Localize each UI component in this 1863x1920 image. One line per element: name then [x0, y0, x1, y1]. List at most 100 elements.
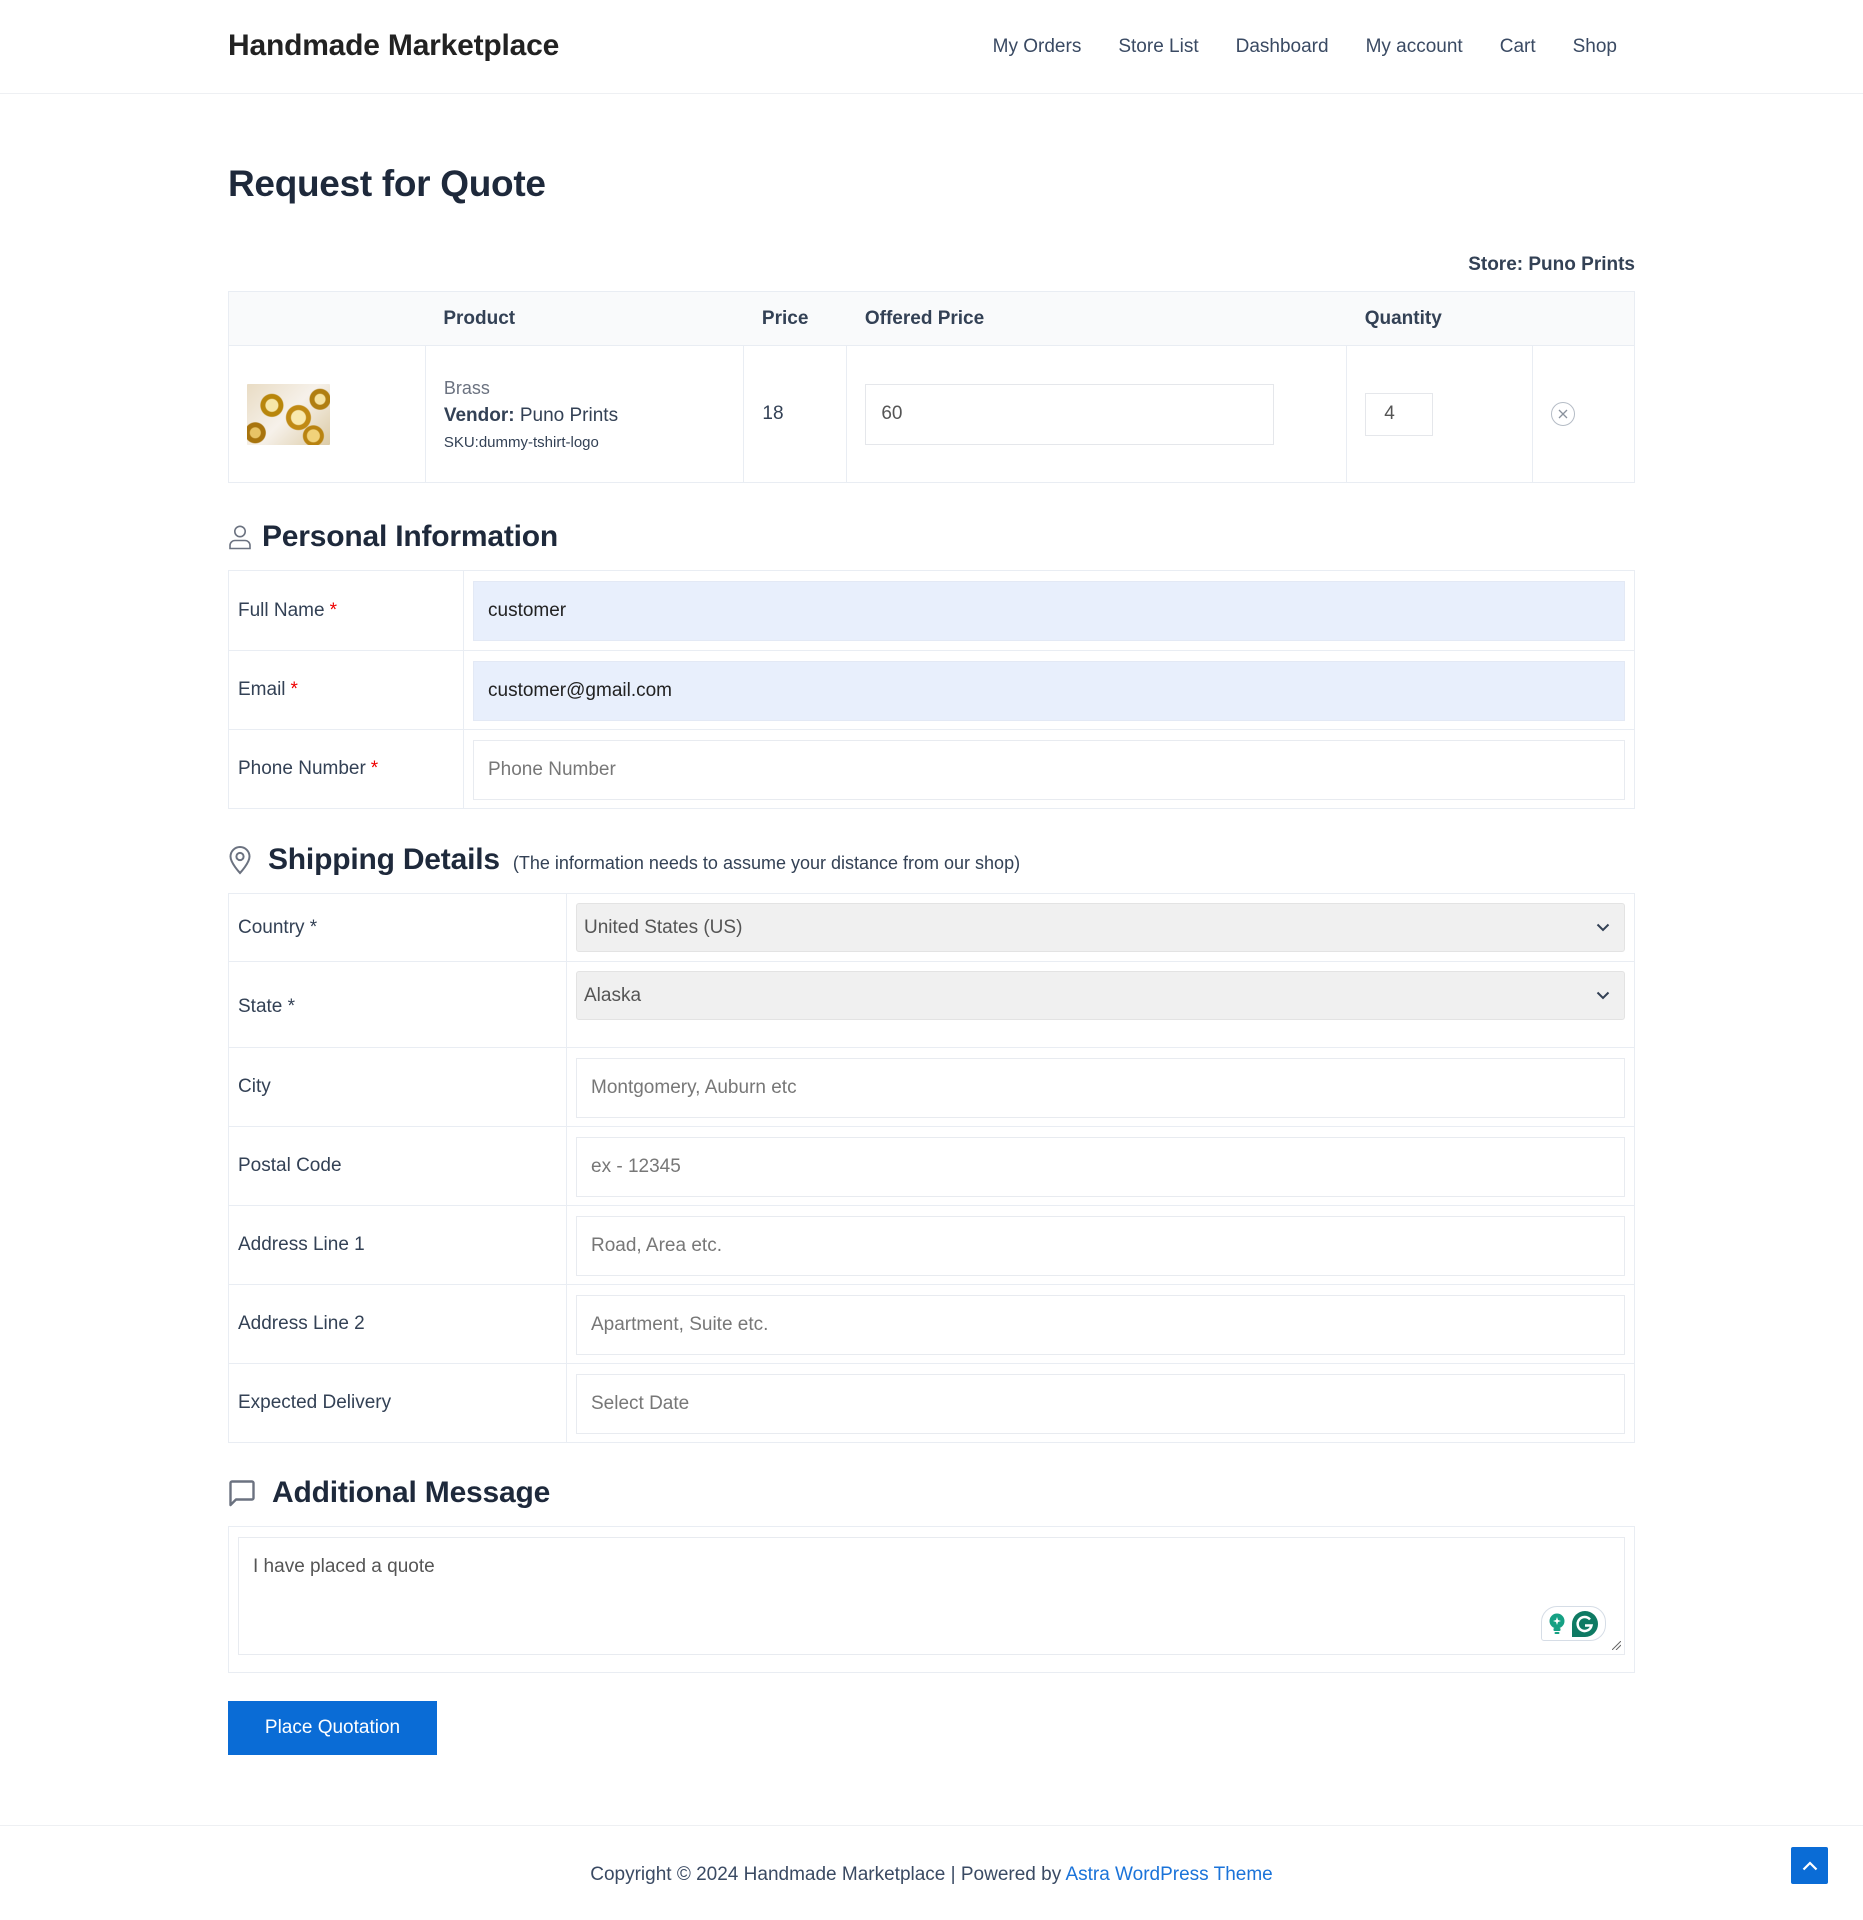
postal-code-input[interactable]	[576, 1136, 1625, 1197]
product-image-cell	[228, 345, 426, 483]
table-header-row: Product Price Offered Price Quantity	[228, 291, 1635, 346]
phone-label: Phone Number *	[229, 730, 464, 808]
nav-cart[interactable]: Cart	[1500, 36, 1536, 58]
scroll-to-top-button[interactable]	[1791, 1847, 1828, 1884]
product-cell: Brass Vendor: Puno Prints SKU:dummy-tshi…	[424, 345, 745, 483]
email-input[interactable]	[473, 660, 1625, 721]
grammarly-widget[interactable]	[1541, 1606, 1606, 1641]
phone-row: Phone Number *	[229, 729, 1634, 808]
additional-message-box: I have placed a quote	[228, 1526, 1635, 1673]
map-pin-icon	[228, 845, 252, 875]
offered-price-input[interactable]	[865, 383, 1275, 445]
col-header-offered-price: Offered Price	[846, 291, 1347, 346]
state-row: State * Alaska	[229, 961, 1634, 1047]
address-line-1-input[interactable]	[576, 1215, 1625, 1276]
city-row: City	[229, 1047, 1634, 1126]
chevron-down-icon	[1596, 923, 1610, 932]
state-select[interactable]: Alaska	[576, 971, 1625, 1020]
quote-items-table: Product Price Offered Price Quantity Bra…	[228, 291, 1635, 483]
address-line-2-row: Address Line 2	[229, 1284, 1634, 1363]
postal-code-label: Postal Code	[229, 1127, 567, 1205]
required-marker: *	[370, 758, 379, 779]
full-name-row: Full Name *	[229, 571, 1634, 650]
lightbulb-icon	[1549, 1613, 1565, 1634]
city-label: City	[229, 1048, 567, 1126]
quantity-input[interactable]	[1365, 392, 1434, 436]
email-label: Email *	[229, 651, 464, 729]
country-label: Country *	[229, 894, 567, 961]
additional-message-title: Additional Message	[272, 1476, 551, 1509]
email-row: Email *	[229, 650, 1634, 729]
product-sku: SKU:dummy-tshirt-logo	[443, 433, 599, 451]
chat-bubble-icon	[228, 1479, 256, 1507]
postal-code-row: Postal Code	[229, 1126, 1634, 1205]
nav-my-orders[interactable]: My Orders	[993, 36, 1082, 58]
personal-info-form: Full Name* Email* Phone Number*	[228, 570, 1635, 809]
label-text: Email	[238, 679, 286, 700]
country-cell: United States (US)	[567, 894, 1634, 961]
product-name[interactable]: Brass	[444, 378, 726, 399]
resize-handle-icon[interactable]	[1612, 1641, 1621, 1650]
main-nav: My Orders Store List Dashboard My accoun…	[993, 36, 1617, 58]
price-cell: 18	[743, 345, 848, 483]
shipping-heading: Shipping Details (The information needs …	[228, 843, 1020, 877]
copyright-prefix: Copyright © 2024 Handmade Marketplace | …	[590, 1864, 1066, 1885]
nav-dashboard[interactable]: Dashboard	[1236, 36, 1329, 58]
copyright-text: Copyright © 2024 Handmade Marketplace | …	[0, 1864, 1863, 1886]
nav-store-list[interactable]: Store List	[1118, 36, 1198, 58]
personal-info-title: Personal Information	[262, 520, 559, 553]
address-line-1-cell	[567, 1206, 1634, 1284]
required-marker: *	[290, 679, 298, 700]
phone-input[interactable]	[473, 739, 1625, 800]
col-header-image	[228, 291, 426, 346]
state-selected-value: Alaska	[584, 984, 642, 1006]
table-row: Brass Vendor: Puno Prints SKU:dummy-tshi…	[228, 345, 1635, 483]
address-line-2-input[interactable]	[576, 1294, 1625, 1355]
nav-shop[interactable]: Shop	[1573, 36, 1617, 58]
additional-message-heading: Additional Message	[228, 1476, 550, 1510]
country-row: Country * United States (US)	[229, 894, 1634, 961]
place-quotation-button[interactable]: Place Quotation	[228, 1701, 437, 1755]
shipping-subtitle: (The information needs to assume your di…	[512, 852, 1021, 873]
site-footer: Copyright © 2024 Handmade Marketplace | …	[0, 1825, 1863, 1920]
label-text: Phone Number	[238, 758, 366, 779]
col-header-remove	[1532, 291, 1635, 346]
product-vendor: Vendor: Puno Prints	[444, 405, 726, 427]
expected-delivery-input[interactable]	[576, 1373, 1625, 1434]
site-title[interactable]: Handmade Marketplace	[228, 29, 559, 63]
nav-my-account[interactable]: My account	[1366, 36, 1463, 58]
country-selected-value: United States (US)	[584, 916, 743, 938]
offered-price-cell	[846, 345, 1348, 483]
email-cell	[464, 651, 1634, 729]
expected-delivery-cell	[567, 1364, 1634, 1442]
full-name-label: Full Name *	[229, 571, 464, 650]
col-header-price: Price	[743, 291, 847, 346]
full-name-input[interactable]	[473, 581, 1625, 641]
full-name-cell	[464, 571, 1634, 650]
vendor-name: Puno Prints	[519, 404, 619, 426]
city-input[interactable]	[576, 1057, 1625, 1118]
city-cell	[567, 1048, 1634, 1126]
state-label: State *	[229, 962, 567, 1047]
label-text: Full Name	[238, 599, 325, 621]
store-label: Store: Puno Prints	[1468, 254, 1635, 275]
expected-delivery-label: Expected Delivery	[229, 1364, 567, 1442]
shipping-form: Country * United States (US) State * Ala…	[228, 893, 1635, 1443]
remove-item-button[interactable]	[1551, 402, 1576, 426]
country-select[interactable]: United States (US)	[576, 903, 1625, 952]
user-icon	[228, 524, 252, 550]
vendor-label: Vendor:	[443, 404, 515, 426]
close-circle-icon	[1558, 409, 1568, 419]
astra-theme-link[interactable]: Astra WordPress Theme	[1065, 1864, 1272, 1885]
site-header: Handmade Marketplace My Orders Store Lis…	[0, 0, 1863, 94]
grammarly-logo-icon	[1571, 1610, 1598, 1637]
personal-info-heading: Personal Information	[228, 520, 558, 554]
expected-delivery-row: Expected Delivery	[229, 1363, 1634, 1442]
address-line-2-cell	[567, 1285, 1634, 1363]
product-thumbnail[interactable]	[247, 383, 330, 445]
additional-message-textarea[interactable]: I have placed a quote	[238, 1537, 1625, 1655]
quantity-cell	[1346, 345, 1534, 483]
state-cell: Alaska	[567, 962, 1634, 1047]
chevron-down-icon	[1596, 991, 1610, 1000]
address-line-2-label: Address Line 2	[229, 1285, 567, 1363]
